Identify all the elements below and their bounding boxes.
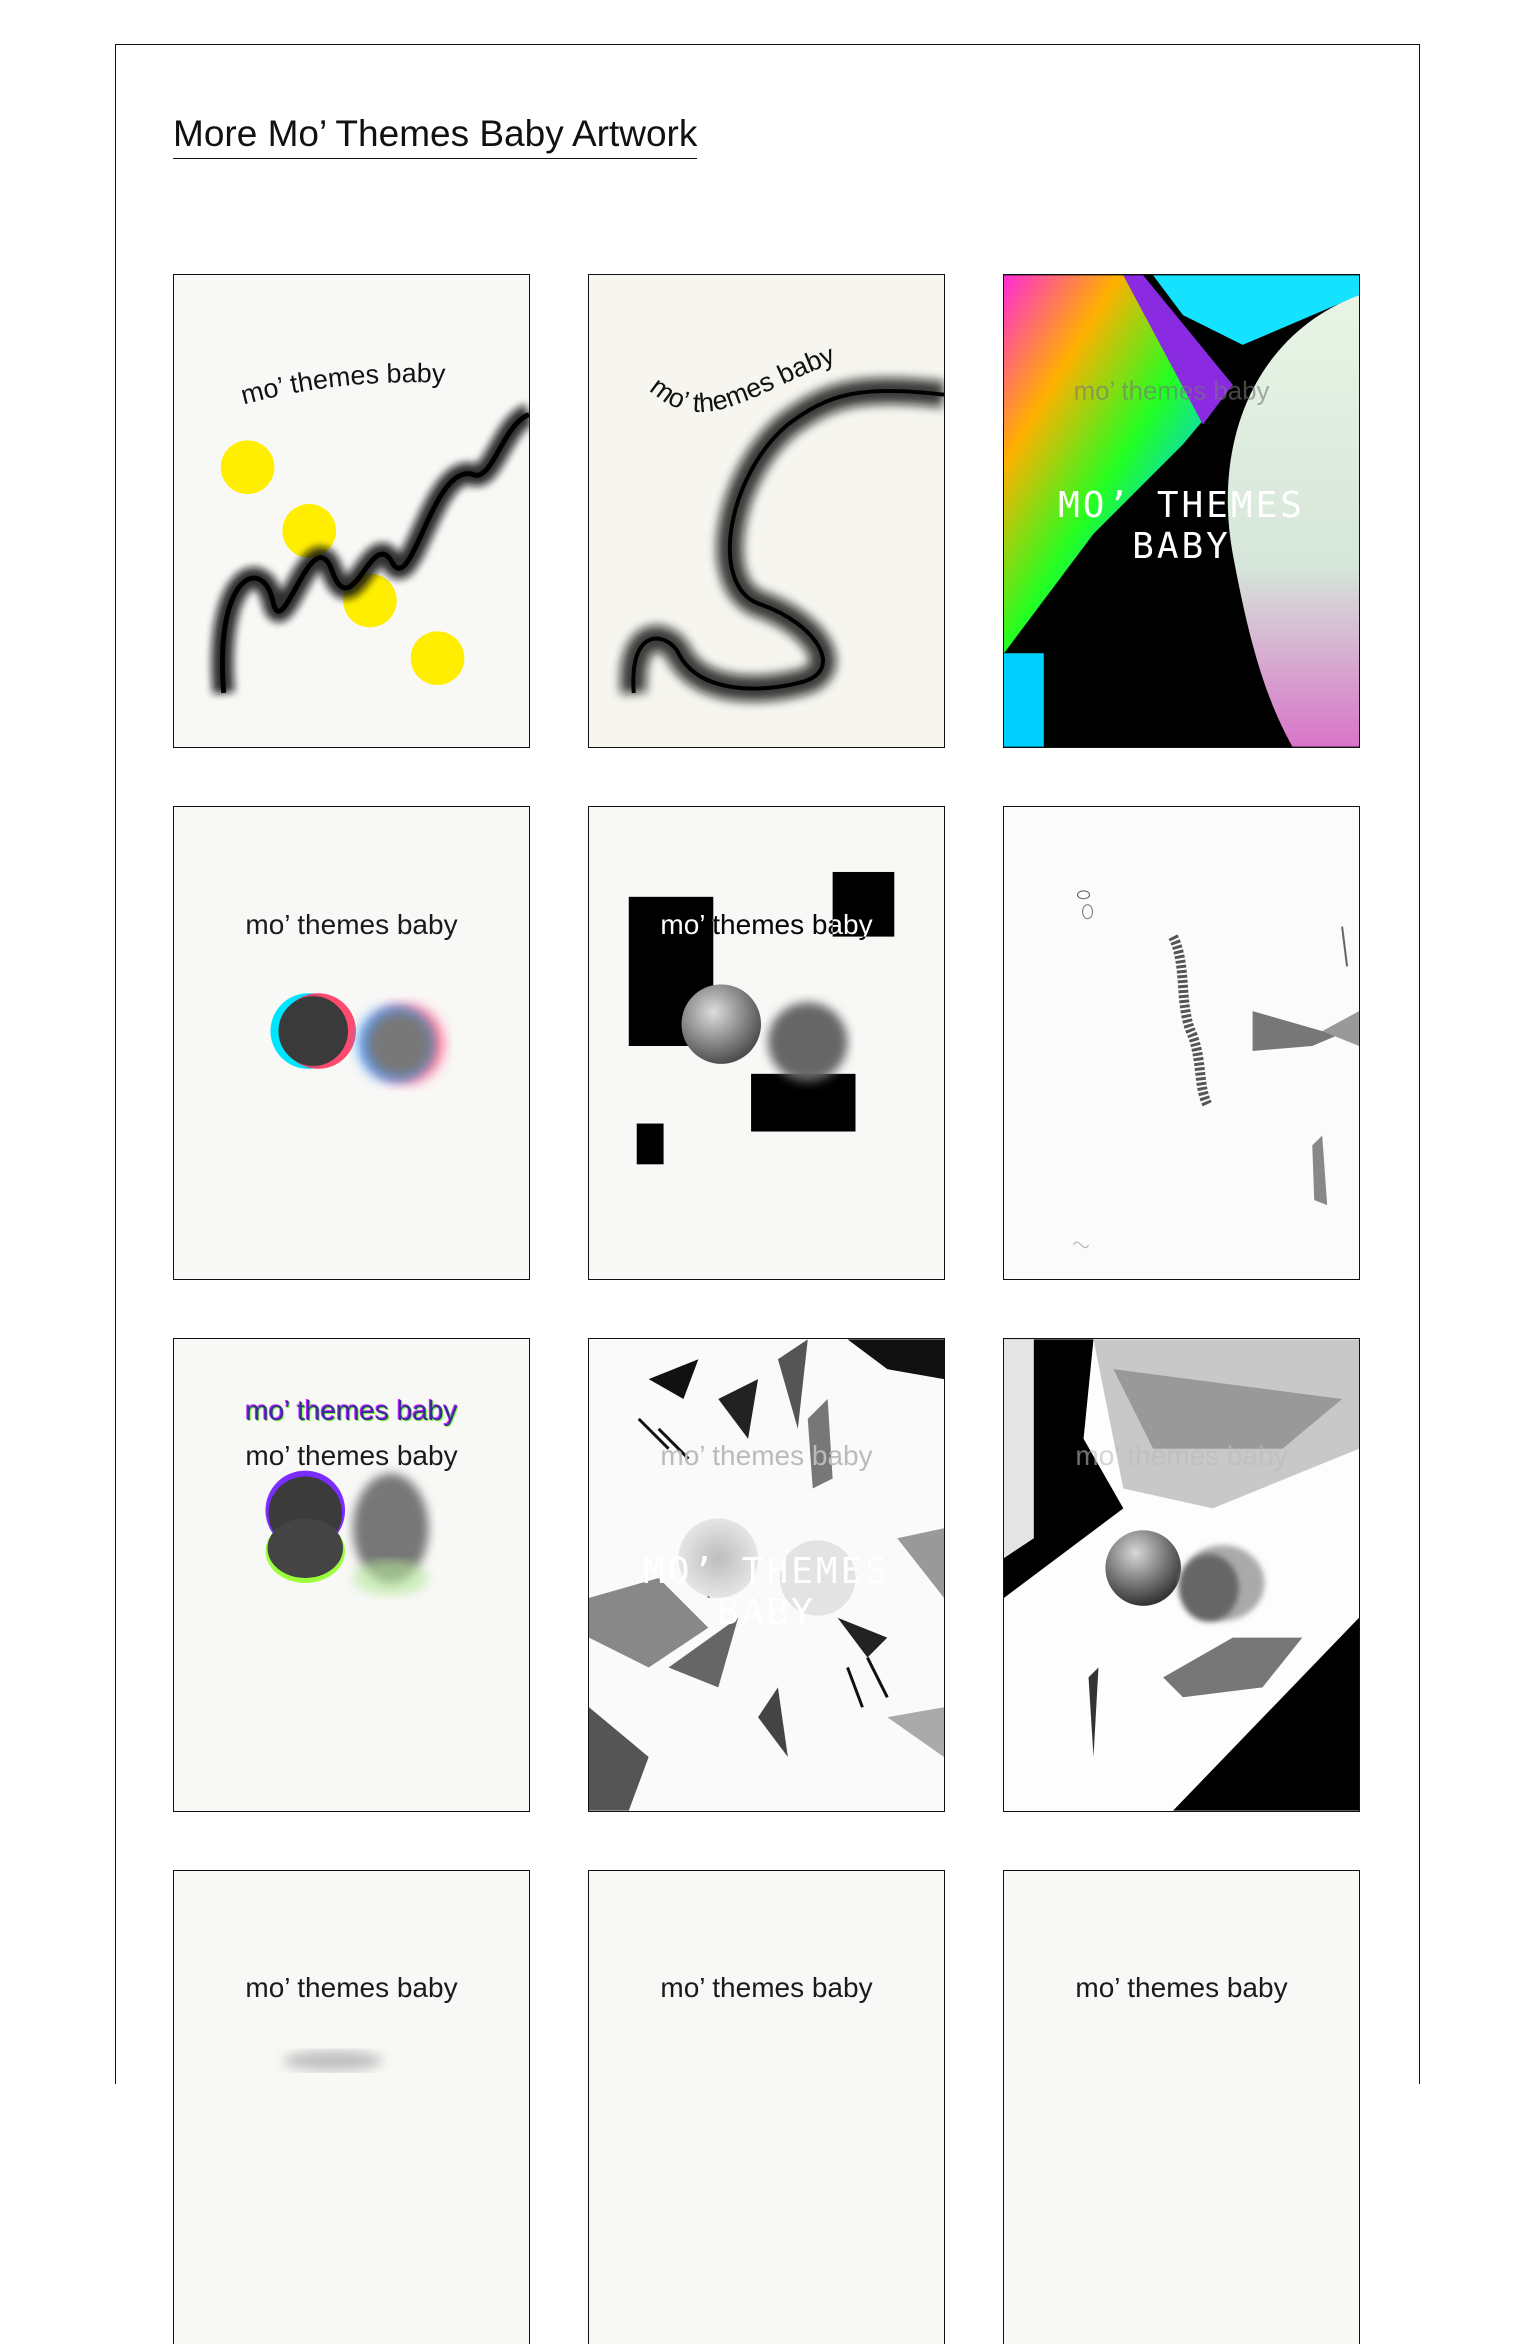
artwork-card-10[interactable]: mo’ themes baby <box>173 1870 530 2344</box>
artwork-card-9[interactable]: mo’ themes baby <box>1003 1338 1360 1812</box>
artwork-card-5[interactable]: mo’ themes baby <box>588 806 945 1280</box>
artwork-5-label: mo’ themes baby <box>660 909 873 940</box>
artwork-card-2[interactable]: mo’ themes baby <box>588 274 945 748</box>
artwork-10-label: mo’ themes baby <box>245 1972 458 2003</box>
section-title[interactable]: More Mo’ Themes Baby Artwork <box>173 113 698 159</box>
artwork-card-6[interactable] <box>1003 806 1360 1280</box>
artwork-3-label: MO’ THEMES BABY <box>1058 485 1305 567</box>
artwork-card-7[interactable]: mo’ themes baby mo’ themes baby <box>173 1338 530 1812</box>
artwork-11-label: mo’ themes baby <box>660 1972 873 2003</box>
artwork-12-label: mo’ themes baby <box>1075 1972 1288 2003</box>
artwork-card-11[interactable]: mo’ themes baby <box>588 1870 945 2344</box>
artwork-card-12[interactable]: mo’ themes baby <box>1003 1870 1360 2344</box>
artwork-9-graphic <box>1004 1339 1359 1811</box>
artwork-4-graphic <box>270 993 445 1084</box>
artwork-3-faint-label: mo’ themes baby <box>1074 378 1270 406</box>
artwork-card-4[interactable]: mo’ themes baby <box>173 806 530 1280</box>
artwork-5-graphic <box>628 871 895 1165</box>
artwork-card-3[interactable]: mo’ themes baby MO’ THEMES BABY <box>1003 274 1360 748</box>
artwork-card-8[interactable]: mo’ themes baby MO’ THEMES BABY <box>588 1338 945 1812</box>
artwork-7-label-glitch: mo’ themes baby <box>245 1395 458 1426</box>
artwork-4-label: mo’ themes baby <box>245 909 458 940</box>
artwork-1-graphic: mo’ themes baby <box>211 358 529 694</box>
artwork-9-faint-label: mo’ themes baby <box>1075 1440 1288 1471</box>
artwork-8-faint-label: mo’ themes baby <box>660 1440 873 1471</box>
artwork-10-graphic <box>283 2050 383 2071</box>
artwork-8-label: MO’ THEMES BABY <box>643 1551 890 1633</box>
artwork-card-1[interactable]: mo’ themes baby <box>173 274 530 748</box>
artwork-6-graphic <box>1073 890 1359 1249</box>
artwork-7-label: mo’ themes baby <box>245 1440 458 1471</box>
artwork-1-label: mo’ themes baby <box>238 358 447 410</box>
artwork-2-graphic: mo’ themes baby <box>620 339 944 702</box>
artwork-panel: More Mo’ Themes Baby Artwork mo’ themes … <box>115 44 1420 2344</box>
